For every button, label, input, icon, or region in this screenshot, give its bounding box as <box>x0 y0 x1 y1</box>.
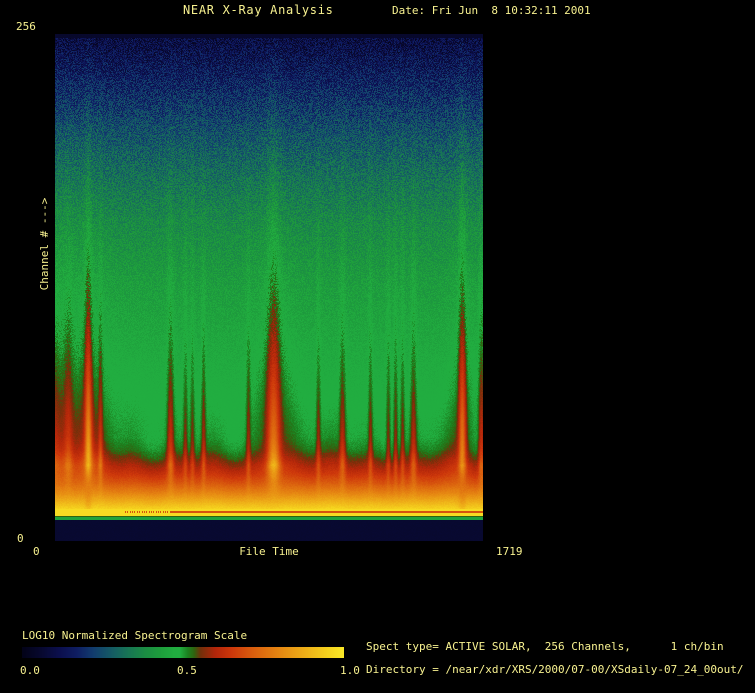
spectrogram-image <box>55 34 483 541</box>
colorbar-tick-0: 0.0 <box>20 665 40 677</box>
app-window: NEAR X-Ray Analysis Date: Fri Jun 8 10:3… <box>0 0 755 693</box>
date-label: Date: Fri Jun 8 10:32:11 2001 <box>392 5 591 17</box>
x-axis-tick-max: 1719 <box>496 546 523 558</box>
directory-info: Directory = /near/xdr/XRS/2000/07-00/XSd… <box>366 664 744 676</box>
x-axis-label: File Time <box>55 546 483 558</box>
y-axis-label: Channel # ---> <box>38 184 52 304</box>
y-axis-tick-max: 256 <box>16 21 36 33</box>
colorbar-tick-1: 0.5 <box>177 665 197 677</box>
colorbar-gradient <box>22 647 344 658</box>
colorbar-label: LOG10 Normalized Spectrogram Scale <box>22 630 247 642</box>
page-title: NEAR X-Ray Analysis <box>183 4 334 16</box>
y-axis-tick-min: 0 <box>17 533 24 545</box>
colorbar-tick-2: 1.0 <box>340 665 360 677</box>
x-axis-tick-min: 0 <box>33 546 40 558</box>
spect-type-info: Spect type= ACTIVE SOLAR, 256 Channels, … <box>366 641 724 653</box>
